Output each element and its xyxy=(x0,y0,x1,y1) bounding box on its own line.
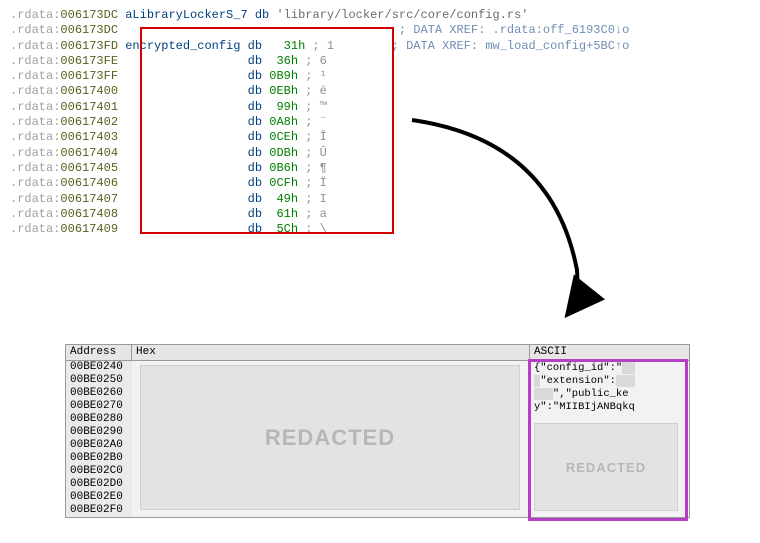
hexdump-header: Address Hex ASCII xyxy=(66,345,689,361)
hexdump-address: 00BE0250 xyxy=(70,374,128,387)
ida-line: .rdata:00617402 db 0A8h ; ¨ xyxy=(10,115,629,130)
hexdump-address: 00BE0260 xyxy=(70,387,128,400)
ida-line: .rdata:00617406 db 0CFh ; Ï xyxy=(10,176,629,191)
ida-line: .rdata:00617400 db 0EBh ; ë xyxy=(10,84,629,99)
hexdump-addresses: 00BE024000BE025000BE026000BE027000BE0280… xyxy=(66,361,132,517)
col-ascii: ASCII xyxy=(530,345,689,360)
col-hex: Hex xyxy=(132,345,530,360)
ida-line: .rdata:006173DC ; DATA XREF: .rdata:off_… xyxy=(10,23,629,38)
hexdump-ascii-text: {"config_id":" "extension": ","public_ke… xyxy=(534,362,635,414)
hexdump-asccol: {"config_id":" "extension": ","public_ke… xyxy=(530,361,689,517)
ida-line: .rdata:006173FE db 36h ; 6 xyxy=(10,54,629,69)
hexdump-address: 00BE02A0 xyxy=(70,439,128,452)
ida-listing: .rdata:006173DC aLibraryLockerS_7 db 'li… xyxy=(10,8,629,237)
hexdump-address: 00BE0290 xyxy=(70,426,128,439)
ida-line: .rdata:00617405 db 0B6h ; ¶ xyxy=(10,161,629,176)
hexdump-panel: Address Hex ASCII 00BE024000BE025000BE02… xyxy=(65,344,690,518)
ida-line: .rdata:00617401 db 99h ; ™ xyxy=(10,100,629,115)
hexdump-address: 00BE02F0 xyxy=(70,504,128,517)
hexdump-address: 00BE02E0 xyxy=(70,491,128,504)
hexdump-address: 00BE02C0 xyxy=(70,465,128,478)
hexdump-address: 00BE02D0 xyxy=(70,478,128,491)
hexdump-address: 00BE0240 xyxy=(70,361,128,374)
ida-line: .rdata:006173FD encrypted_config db 31h … xyxy=(10,39,629,54)
ida-line: .rdata:00617408 db 61h ; a xyxy=(10,207,629,222)
col-address: Address xyxy=(66,345,132,360)
hexdump-hexcol: REDACTED xyxy=(132,361,530,517)
ida-line: .rdata:00617409 db 5Ch ; \ xyxy=(10,222,629,237)
ida-line: .rdata:006173DC aLibraryLockerS_7 db 'li… xyxy=(10,8,629,23)
ida-line: .rdata:006173FF db 0B9h ; ¹ xyxy=(10,69,629,84)
ida-line: .rdata:00617403 db 0CEh ; Î xyxy=(10,130,629,145)
redacted-block: REDACTED xyxy=(534,423,678,511)
hexdump-address: 00BE0270 xyxy=(70,400,128,413)
hexdump-address: 00BE02B0 xyxy=(70,452,128,465)
ida-line: .rdata:00617407 db 49h ; I xyxy=(10,192,629,207)
hexdump-address: 00BE0280 xyxy=(70,413,128,426)
redacted-block: REDACTED xyxy=(140,365,520,510)
ida-line: .rdata:00617404 db 0DBh ; Û xyxy=(10,146,629,161)
